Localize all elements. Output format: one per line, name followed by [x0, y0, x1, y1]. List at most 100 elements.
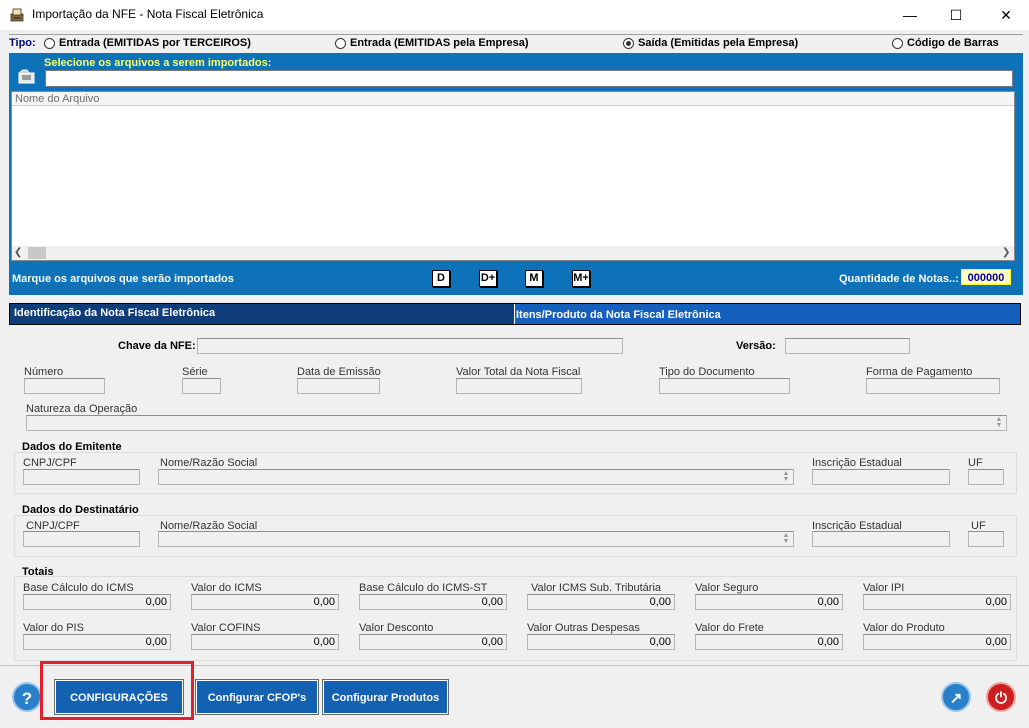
window-title: Importação da NFE - Nota Fiscal Eletrôni… [32, 7, 264, 21]
radio-dot-selected[interactable] [623, 37, 634, 49]
file-list-header[interactable]: Nome do Arquivo [12, 92, 1014, 106]
emitente-ie-field[interactable] [812, 469, 950, 485]
power-icon[interactable]: ⏻ [986, 682, 1016, 712]
radio-label: Saída (Emitidas pela Empresa) [638, 37, 799, 49]
tipo-label: Tipo: [9, 37, 36, 49]
tipo-documento-field[interactable] [659, 378, 790, 394]
total-label: Valor do Frete [695, 622, 764, 634]
total-label: Valor Seguro [695, 582, 759, 594]
valor-frete-field[interactable]: 0,00 [695, 634, 843, 650]
horizontal-scrollbar[interactable]: ❮ ❯ [12, 246, 1014, 260]
close-button[interactable]: ✕ [983, 0, 1029, 30]
total-label: Valor ICMS Sub. Tributária [531, 582, 662, 594]
valor-total-field[interactable] [456, 378, 582, 394]
valor-total-label: Valor Total da Nota Fiscal [456, 366, 581, 378]
radio-label: Código de Barras [907, 37, 999, 49]
numero-field[interactable] [24, 378, 105, 394]
emitente-ie-label: Inscrição Estadual [812, 457, 902, 469]
radio-codigo-barras[interactable]: Código de Barras [892, 37, 999, 49]
mark-d-button[interactable]: D [432, 270, 450, 287]
spin-icon[interactable]: ▲ ▼ [781, 470, 791, 483]
configurar-cfop-button[interactable]: Configurar CFOP's [195, 679, 319, 715]
chave-field[interactable] [197, 338, 623, 354]
maximize-button[interactable]: ☐ [933, 0, 979, 30]
scroll-right-icon[interactable]: ❯ [1002, 247, 1010, 258]
total-label: Valor do ICMS [191, 582, 262, 594]
tab-bar: Identificação da Nota Fiscal Eletrônica … [9, 303, 1021, 325]
emitente-cnpj-label: CNPJ/CPF [23, 457, 77, 469]
app-icon [10, 8, 24, 22]
help-button[interactable]: ? [12, 682, 42, 712]
tab-identificacao[interactable]: Identificação da Nota Fiscal Eletrônica [10, 304, 515, 324]
serie-label: Série [182, 366, 208, 378]
destinatario-nome-field[interactable]: ▲ ▼ [158, 531, 794, 547]
destinatario-cnpj-field[interactable] [23, 531, 140, 547]
radio-entrada-empresa[interactable]: Entrada (EMITIDAS pela Empresa) [335, 37, 529, 49]
numero-label: Número [24, 366, 64, 378]
valor-outras-despesas-field[interactable]: 0,00 [527, 634, 675, 650]
emitente-uf-field[interactable] [968, 469, 1004, 485]
radio-dot[interactable] [892, 37, 903, 49]
mark-m-plus-button[interactable]: M+ [572, 270, 590, 287]
radio-label: Entrada (EMITIDAS por TERCEIROS) [59, 37, 251, 49]
versao-field[interactable] [785, 338, 910, 354]
radio-label: Entrada (EMITIDAS pela Empresa) [350, 37, 529, 49]
valor-seguro-field[interactable]: 0,00 [695, 594, 843, 610]
mark-m-button[interactable]: M [525, 270, 543, 287]
radio-saida-empresa[interactable]: Saída (Emitidas pela Empresa) [623, 37, 798, 49]
base-icms-field[interactable]: 0,00 [23, 594, 171, 610]
file-path-input[interactable] [45, 70, 1013, 87]
export-icon[interactable]: ↗ [941, 682, 971, 712]
radio-dot[interactable] [44, 37, 55, 49]
total-label: Valor do PIS [23, 622, 84, 634]
valor-icms-field[interactable]: 0,00 [191, 594, 339, 610]
open-folder-icon[interactable] [17, 67, 37, 85]
base-icms-st-field[interactable]: 0,00 [359, 594, 507, 610]
total-label: Valor IPI [863, 582, 905, 594]
mark-d-plus-button[interactable]: D+ [479, 270, 497, 287]
scroll-left-icon[interactable]: ❮ [14, 247, 22, 258]
chave-label: Chave da NFE: [118, 340, 196, 352]
total-label: Valor Desconto [359, 622, 434, 634]
natureza-label: Natureza da Operação [26, 403, 138, 415]
valor-ipi-field[interactable]: 0,00 [863, 594, 1011, 610]
versao-label: Versão: [736, 340, 776, 352]
valor-pis-field[interactable]: 0,00 [23, 634, 171, 650]
tipo-documento-label: Tipo do Documento [659, 366, 755, 378]
natureza-field[interactable]: ▲ ▼ [26, 415, 1007, 431]
destinatario-uf-field[interactable] [968, 531, 1004, 547]
spin-icon[interactable]: ▲ ▼ [781, 532, 791, 545]
total-label: Valor Outras Despesas [527, 622, 640, 634]
mark-files-label: Marque os arquivos que serão importados [12, 273, 234, 285]
forma-pagamento-field[interactable] [866, 378, 1000, 394]
valor-desconto-field[interactable]: 0,00 [359, 634, 507, 650]
minimize-button[interactable]: — [887, 0, 933, 30]
highlight-box [40, 661, 194, 720]
valor-cofins-field[interactable]: 0,00 [191, 634, 339, 650]
total-label: Valor do Produto [863, 622, 945, 634]
total-label: Base Cálculo do ICMS [23, 582, 134, 594]
data-emissao-field[interactable] [297, 378, 380, 394]
valor-icms-st-field[interactable]: 0,00 [527, 594, 675, 610]
file-list[interactable]: Nome do Arquivo ❮ ❯ [11, 91, 1015, 261]
emitente-nome-field[interactable]: ▲ ▼ [158, 469, 794, 485]
radio-dot[interactable] [335, 37, 346, 49]
tab-itens-produto[interactable]: Itens/Produto da Nota Fiscal Eletrônica [516, 304, 1021, 324]
title-bar: Importação da NFE - Nota Fiscal Eletrôni… [0, 0, 1029, 30]
quantity-label: Quantidade de Notas..: [839, 273, 959, 285]
emitente-cnpj-field[interactable] [23, 469, 140, 485]
quantity-value: 000000 [961, 269, 1011, 285]
forma-pagamento-label: Forma de Pagamento [866, 366, 973, 378]
valor-produto-field[interactable]: 0,00 [863, 634, 1011, 650]
configurar-produtos-button[interactable]: Configurar Produtos [322, 679, 449, 715]
total-label: Base Cálculo do ICMS-ST [359, 582, 488, 594]
destinatario-ie-field[interactable] [812, 531, 950, 547]
serie-field[interactable] [182, 378, 221, 394]
tipo-radio-group: Tipo: Entrada (EMITIDAS por TERCEIROS) E… [9, 34, 1023, 53]
scroll-thumb[interactable] [28, 247, 46, 259]
emitente-nome-label: Nome/Razão Social [160, 457, 258, 469]
data-emissao-label: Data de Emissão [297, 366, 381, 378]
total-label: Valor COFINS [191, 622, 261, 634]
radio-entrada-terceiros[interactable]: Entrada (EMITIDAS por TERCEIROS) [44, 37, 251, 49]
spin-icon[interactable]: ▲ ▼ [994, 416, 1004, 429]
